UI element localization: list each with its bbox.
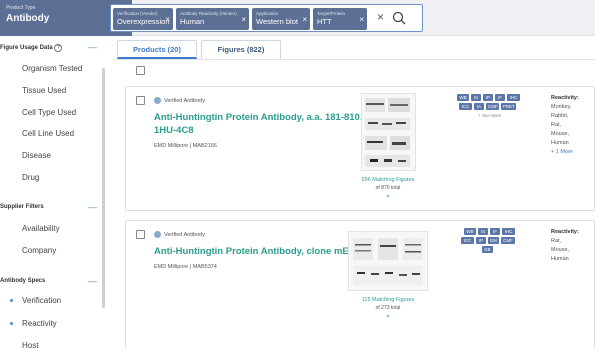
search-filter-bar: Product Type Antibody ⌄ Verification (Ve… (0, 0, 595, 36)
app-badge: CMF (486, 103, 499, 110)
app-badge: WB (457, 94, 469, 101)
verified-badge-icon (154, 231, 161, 238)
close-icon[interactable]: × (241, 15, 246, 24)
search-icon[interactable] (392, 11, 406, 25)
close-icon[interactable]: × (302, 15, 307, 24)
tab-products[interactable]: Products (20) (117, 40, 197, 59)
app-badge: ICC (461, 237, 474, 244)
tab-figures[interactable]: Figures (822) (201, 40, 281, 59)
sidebar-item-company[interactable]: Company (22, 246, 56, 255)
product-title[interactable]: Anti-Huntingtin Protein Antibody, clone … (154, 246, 367, 259)
matching-figures-link[interactable]: 115 Matching Figures (348, 297, 428, 303)
sidebar-item-verification[interactable]: Verification (10, 296, 61, 305)
app-badge: WB (464, 228, 476, 235)
app-badge: ICC (459, 103, 472, 110)
reactivity-item: Human (551, 256, 569, 262)
product-vendor: EMD Millipore | MAB5374 (154, 264, 217, 270)
help-icon[interactable]: ? (54, 44, 63, 52)
verified-badge-icon (154, 97, 161, 104)
see-more-applications[interactable]: + See More (478, 113, 501, 118)
reactivity-item: Monkey, (551, 104, 572, 110)
app-badge: DB (482, 246, 493, 253)
reactivity-more-link[interactable]: + 1 More (551, 149, 573, 155)
reactivity-title: Reactivity: (551, 229, 579, 235)
product-card[interactable]: Verified Antibody Anti-Huntingtin Protei… (125, 220, 595, 349)
sidebar-item-label: Reactivity (22, 319, 57, 328)
collapse-icon[interactable]: — (88, 42, 97, 52)
select-all-checkbox[interactable] (136, 66, 145, 75)
product-title-line: 1HU-4C8 (154, 124, 194, 136)
reactivity-item: Rat, (551, 122, 562, 128)
app-badge: IF (495, 94, 505, 101)
filter-sidebar: Figure Usage Data ? — Organism Tested Ti… (0, 36, 107, 349)
app-badge: IA (474, 103, 484, 110)
app-badge: IS (478, 228, 488, 235)
search-input[interactable]: Verification (Vendor) Overexpression × A… (110, 4, 423, 32)
western-blot-image (353, 238, 423, 285)
tab-divider (113, 59, 595, 60)
verified-text: Verified Antibody (164, 231, 205, 238)
reactivity-item: Mouse, (551, 131, 570, 137)
filter-chip-reactivity[interactable]: Antibody Reactivity (Vendor) Human × (176, 8, 249, 30)
close-icon[interactable]: × (165, 15, 170, 24)
chip-label: Antibody Reactivity (Vendor) (180, 11, 237, 16)
sidebar-item-organism[interactable]: Organism Tested (22, 64, 82, 73)
sidebar-item-drug[interactable]: Drug (22, 173, 39, 182)
reactivity-item: Human (551, 140, 569, 146)
sidebar-item-host[interactable]: Host (22, 341, 38, 349)
collapse-icon[interactable]: — (88, 276, 97, 286)
app-badge: IS (471, 94, 481, 101)
sidebar-item-availability[interactable]: Availability (22, 224, 60, 233)
supplier-filters-title[interactable]: Supplier Filters (0, 204, 44, 210)
sidebar-item-cell-type[interactable]: Cell Type Used (22, 108, 76, 117)
sidebar-item-reactivity[interactable]: Reactivity (10, 319, 57, 328)
filter-chip-verification[interactable]: Verification (Vendor) Overexpression × (113, 8, 173, 30)
app-badge: IP (483, 94, 493, 101)
antibody-specs-title[interactable]: Antibody Specs (0, 278, 45, 284)
figure-thumbnail[interactable] (361, 93, 416, 171)
sidebar-item-tissue[interactable]: Tissue Used (22, 86, 66, 95)
figure-thumbnail[interactable] (348, 231, 428, 291)
reactivity-item: Mouse, (551, 247, 570, 253)
section-title-text: Figure Usage Data (0, 45, 53, 51)
western-blot-image (365, 98, 410, 167)
app-badge: IHC (507, 94, 520, 101)
figure-usage-title[interactable]: Figure Usage Data ? (0, 44, 63, 52)
sidebar-item-disease[interactable]: Disease (22, 151, 51, 160)
reactivity-item: Rabbit, (551, 113, 569, 119)
verified-label: Verified Antibody (154, 231, 205, 238)
bullet-icon (10, 299, 13, 303)
clear-all-icon[interactable]: × (377, 10, 384, 24)
verified-label: Verified Antibody (154, 97, 205, 104)
product-title[interactable]: Anti-Huntingtin Protein Antibody, a.a. 1… (154, 112, 390, 137)
product-checkbox[interactable] (136, 230, 145, 239)
product-vendor: EMD Millipore | MAB2166 (154, 143, 217, 149)
chip-value: Human (180, 17, 205, 26)
app-badge: CMF (501, 237, 515, 244)
bullet-icon (10, 322, 13, 326)
reactivity-title: Reactivity: (551, 95, 579, 101)
chevron-down-icon[interactable]: ⌄ (348, 310, 428, 319)
close-icon[interactable]: × (359, 15, 364, 24)
results-panel: Products (20) Figures (822) Verified Ant… (113, 36, 595, 349)
app-badge: FRET (501, 103, 516, 110)
app-badge: IF (490, 228, 500, 235)
chevron-down-icon[interactable]: ⌄ (348, 190, 428, 199)
product-title-line: Anti-Huntingtin Protein Antibody, a.a. 1… (154, 112, 390, 123)
filter-chip-target[interactable]: Target/Protein HTT × (313, 8, 367, 30)
product-card[interactable]: Verified Antibody Anti-Huntingtin Protei… (125, 86, 595, 211)
filter-chip-application[interactable]: Application Western blot × (252, 8, 310, 30)
app-badge: IHC (502, 228, 515, 235)
matching-figures-link[interactable]: 656 Matching Figures (348, 177, 428, 183)
verified-text: Verified Antibody (164, 97, 205, 104)
app-badge: EM (488, 237, 499, 244)
collapse-icon[interactable]: — (88, 202, 97, 212)
sidebar-item-cell-line[interactable]: Cell Line Used (22, 129, 74, 138)
product-checkbox[interactable] (136, 96, 145, 105)
sidebar-scrollbar[interactable] (102, 68, 105, 308)
sidebar-item-label: Verification (22, 296, 62, 305)
app-badge: IP (476, 237, 486, 244)
reactivity-item: Rat, (551, 238, 562, 244)
